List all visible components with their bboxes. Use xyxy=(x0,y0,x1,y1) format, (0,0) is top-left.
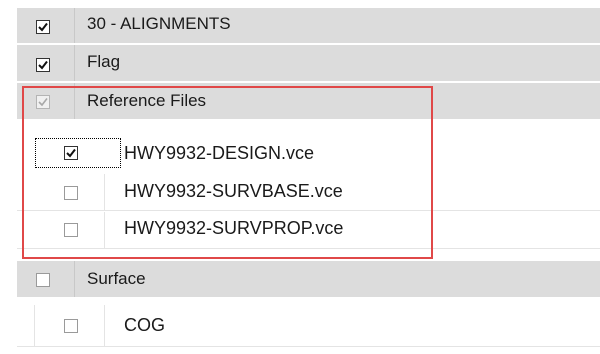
checkbox-hwy9932-survbase[interactable] xyxy=(64,186,78,200)
focus-rectangle xyxy=(35,138,121,168)
tree-row-label: COG xyxy=(124,315,166,335)
tree-row-label: Reference Files xyxy=(87,91,207,110)
tree-row-label: HWY9932-DESIGN.vce xyxy=(124,143,315,163)
tree-row-hwy9932-survbase[interactable]: HWY9932-SURVBASE.vce xyxy=(17,174,600,211)
tree-row-surface[interactable]: Surface xyxy=(17,261,600,298)
checkbox-reference-files[interactable] xyxy=(36,95,50,109)
tree-row-label: HWY9932-SURVPROP.vce xyxy=(124,218,344,238)
layer-tree: 30 - ALIGNMENTS Flag Reference Files HWY… xyxy=(0,0,600,354)
tree-row-flag[interactable]: Flag xyxy=(17,45,600,82)
tree-row-label: 30 - ALIGNMENTS xyxy=(87,14,231,33)
tree-row-label: Flag xyxy=(87,52,121,71)
tree-row-30-alignments[interactable]: 30 - ALIGNMENTS xyxy=(17,8,600,44)
checkmark-icon xyxy=(38,60,48,70)
tree-row-reference-files[interactable]: Reference Files xyxy=(17,83,600,120)
checkbox-cog[interactable] xyxy=(64,319,78,333)
checkbox-flag[interactable] xyxy=(36,58,50,72)
checkmark-icon xyxy=(66,148,76,158)
checkmark-icon xyxy=(38,22,48,32)
tree-row-cog[interactable]: COG xyxy=(17,305,600,347)
tree-row-label: HWY9932-SURVBASE.vce xyxy=(124,181,343,201)
checkbox-30-alignments[interactable] xyxy=(36,20,50,34)
tree-row-label: Surface xyxy=(87,269,146,288)
checkbox-surface[interactable] xyxy=(36,273,50,287)
checkmark-icon xyxy=(38,98,48,107)
checkbox-hwy9932-survprop[interactable] xyxy=(64,223,78,237)
tree-row-hwy9932-design[interactable]: HWY9932-DESIGN.vce xyxy=(17,132,600,173)
tree-row-hwy9932-survprop[interactable]: HWY9932-SURVPROP.vce xyxy=(17,212,600,249)
checkbox-hwy9932-design[interactable] xyxy=(64,146,78,160)
